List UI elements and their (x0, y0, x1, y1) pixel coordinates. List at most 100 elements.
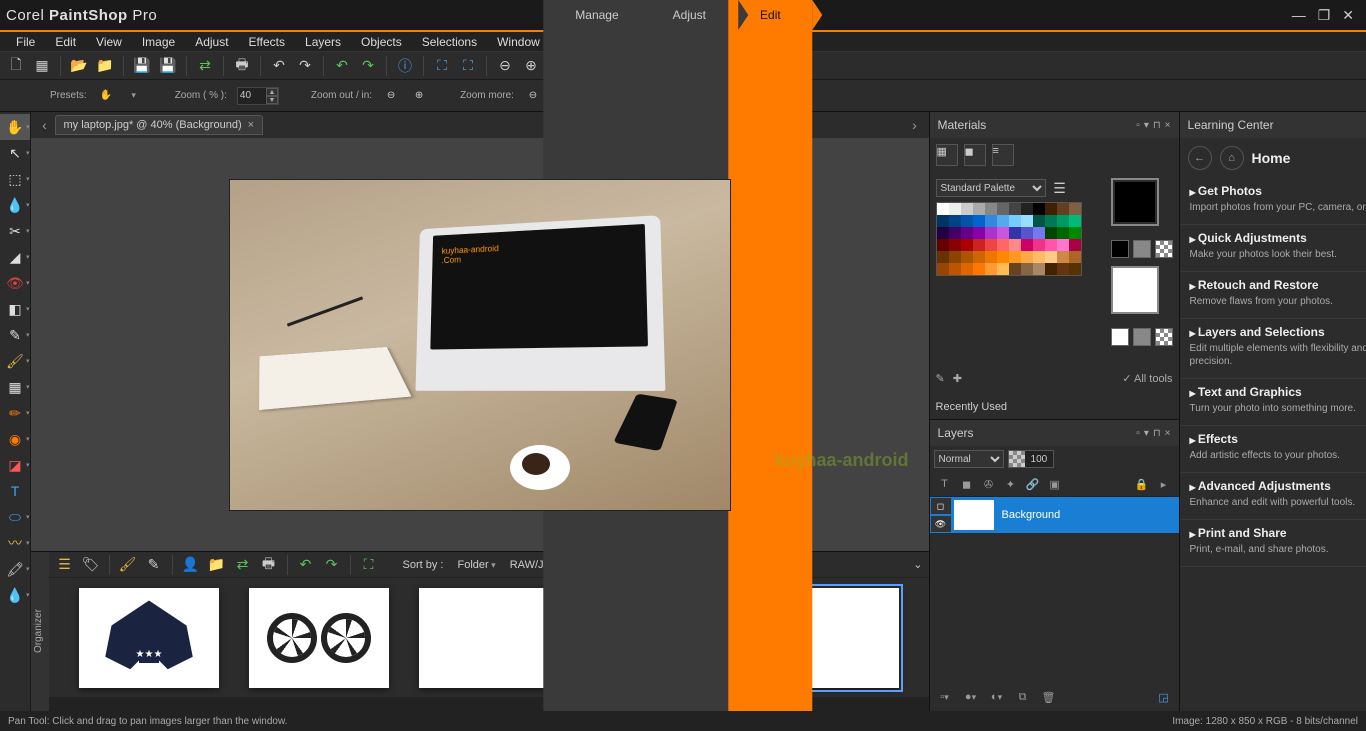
learning-section-heading[interactable]: Retouch and Restore (1190, 278, 1366, 292)
color-swatch[interactable] (949, 251, 961, 263)
share-icon[interactable]: ⇄ (195, 56, 215, 76)
redo-icon[interactable]: ↷ (295, 56, 315, 76)
color-swatch[interactable] (1045, 227, 1057, 239)
tab-close-icon[interactable]: × (248, 119, 254, 131)
color-swatch[interactable] (961, 239, 973, 251)
color-swatch[interactable] (997, 263, 1009, 275)
redeye-tool[interactable]: 👁▾ (0, 270, 30, 296)
menu-window[interactable]: Window (487, 35, 550, 49)
color-swatch[interactable] (937, 263, 949, 275)
color-swatch[interactable] (949, 239, 961, 251)
color-swatch[interactable] (961, 203, 973, 215)
palette-select[interactable]: Standard Palette (936, 179, 1046, 197)
color-swatch[interactable] (1009, 215, 1021, 227)
color-swatch[interactable] (1021, 263, 1033, 275)
undo2-icon[interactable]: ↶ (332, 56, 352, 76)
pan-tool[interactable]: ✋▾ (0, 114, 30, 140)
color-swatch[interactable] (997, 227, 1009, 239)
new-file-icon[interactable]: 🗋 (6, 56, 26, 76)
selection-tool[interactable]: ⬚▾ (0, 166, 30, 192)
makeover-tool[interactable]: ◧▾ (0, 296, 30, 322)
mat-sq-6[interactable] (1155, 328, 1173, 346)
color-swatch[interactable] (1021, 203, 1033, 215)
layer-expand-icon[interactable]: ◲ (1153, 687, 1175, 707)
org-rotate-left-icon[interactable]: ↶ (296, 555, 316, 575)
menu-effects[interactable]: Effects (239, 35, 295, 49)
color-swatch[interactable] (961, 215, 973, 227)
layers-dock-icon[interactable]: ▫ (1136, 428, 1140, 439)
color-swatch[interactable] (1045, 251, 1057, 263)
layer-new-icon[interactable]: T (934, 474, 956, 494)
learning-section[interactable]: Get PhotosImport photos from your PC, ca… (1180, 178, 1366, 225)
panel-dropdown-icon[interactable]: ▾ (1144, 120, 1149, 131)
swatch-mode-3[interactable]: ≡ (992, 144, 1014, 166)
delete-layer-icon[interactable]: 🗑 (1038, 687, 1060, 707)
warp-tool[interactable]: 〰▾ (0, 530, 30, 556)
zoom-value-field[interactable] (238, 90, 266, 101)
color-swatch[interactable] (1033, 263, 1045, 275)
zoom-input[interactable]: ▲▼ (237, 87, 279, 105)
color-swatch[interactable] (937, 227, 949, 239)
mat-sq-3[interactable] (1155, 240, 1173, 258)
org-brush-icon[interactable]: 🖌 (118, 555, 138, 575)
color-swatch[interactable] (949, 227, 961, 239)
undo-icon[interactable]: ↶ (269, 56, 289, 76)
learning-section[interactable]: Text and GraphicsTurn your photo into so… (1180, 379, 1366, 426)
zoom-out3-icon[interactable]: ⊖ (524, 87, 542, 105)
zoom-up-icon[interactable]: ▲ (266, 88, 278, 96)
zoom-in-icon[interactable]: ⊕ (521, 56, 541, 76)
document-tab[interactable]: my laptop.jpg* @ 40% (Background) × (55, 115, 264, 135)
menu-file[interactable]: File (6, 35, 45, 49)
menu-layers[interactable]: Layers (295, 35, 351, 49)
add-swatch-icon[interactable]: ✚ (953, 372, 962, 385)
color-swatch[interactable] (1069, 227, 1081, 239)
color-swatch[interactable] (997, 203, 1009, 215)
background-swatch[interactable] (1111, 266, 1159, 314)
clone-tool[interactable]: ✎▾ (0, 322, 30, 348)
color-swatch[interactable] (973, 251, 985, 263)
gradient-tool[interactable]: ▦▾ (0, 374, 30, 400)
org-tags-icon[interactable]: 🏷 (81, 555, 101, 575)
dup-layer-icon[interactable]: ⧉ (1012, 687, 1034, 707)
learning-section-heading[interactable]: Advanced Adjustments (1190, 479, 1366, 493)
back-icon[interactable]: ← (1188, 146, 1212, 170)
organizer-tab[interactable]: Organizer (31, 552, 49, 711)
layer-link-icon[interactable]: 🔗 (1022, 474, 1044, 494)
color-swatch[interactable] (1033, 251, 1045, 263)
color-swatch[interactable] (997, 251, 1009, 263)
zoom-out-icon[interactable]: ⊖ (495, 56, 515, 76)
org-folder-icon[interactable]: 📁 (207, 555, 227, 575)
tube-tool[interactable]: ◉▾ (0, 426, 30, 452)
draw-tool[interactable]: ✏▾ (0, 400, 30, 426)
color-swatch[interactable] (973, 263, 985, 275)
save-icon[interactable]: 💾 (132, 56, 152, 76)
color-swatch[interactable] (997, 239, 1009, 251)
color-swatch[interactable] (1009, 203, 1021, 215)
layer-mask-icon[interactable]: ◼ (956, 474, 978, 494)
all-tools-label[interactable]: All tools (1134, 373, 1173, 385)
close-icon[interactable]: ✕ (1342, 7, 1354, 24)
layer-row[interactable]: ◻ 👁 Background (930, 497, 1179, 533)
org-list-icon[interactable]: ☰ (55, 555, 75, 575)
eyedropper-icon[interactable]: ✎ (936, 372, 945, 385)
layer-eye-icon[interactable]: 👁 (931, 516, 951, 532)
color-swatch[interactable] (1057, 227, 1069, 239)
fit-icon[interactable]: ⛶ (432, 56, 452, 76)
menu-selections[interactable]: Selections (412, 35, 487, 49)
open-icon[interactable]: 📂 (69, 56, 89, 76)
color-swatch[interactable] (1033, 239, 1045, 251)
folder-icon[interactable]: 📁 (95, 56, 115, 76)
color-swatch[interactable] (1045, 203, 1057, 215)
swatch-mode-1[interactable]: ▦ (936, 144, 958, 166)
learning-section[interactable]: Layers and SelectionsEdit multiple eleme… (1180, 319, 1366, 379)
color-swatch[interactable] (1045, 215, 1057, 227)
layer-vis-icon[interactable]: ◻ (931, 498, 951, 514)
color-swatch[interactable] (1009, 239, 1021, 251)
org-rotate-right-icon[interactable]: ↷ (322, 555, 342, 575)
color-swatch[interactable] (1009, 263, 1021, 275)
color-swatch[interactable] (1009, 251, 1021, 263)
org-pencil-icon[interactable]: ✎ (144, 555, 164, 575)
learning-section[interactable]: Advanced AdjustmentsEnhance and edit wit… (1180, 473, 1366, 520)
dropper-tool[interactable]: 💧▾ (0, 192, 30, 218)
sort-folder-dropdown[interactable]: Folder (453, 559, 499, 571)
